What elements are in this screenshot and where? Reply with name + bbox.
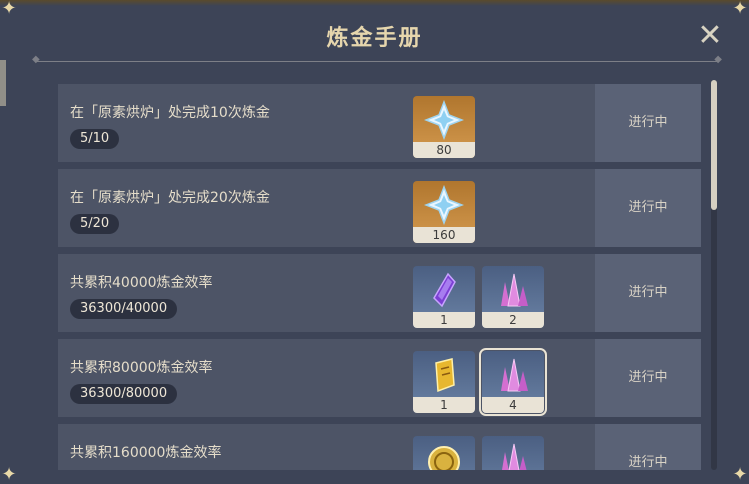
progress-badge: 5/20 — [70, 214, 120, 234]
list-item: 在「原素烘炉」处完成20次炼金 5/20 160 进行中 — [58, 169, 701, 247]
task-description: 在「原素烘炉」处完成20次炼金 — [70, 190, 270, 206]
progress-badge: 36300/40000 — [70, 299, 178, 319]
list-item: 在「原素烘炉」处完成10次炼金 5/10 80 进行中 — [58, 84, 701, 162]
reward-item[interactable] — [413, 436, 475, 470]
status-in-progress-button[interactable]: 进行中 — [595, 254, 701, 332]
reward-item[interactable]: 1 — [413, 266, 475, 328]
corner-star-icon: ✦ — [732, 0, 748, 19]
page-title: 炼金手册 — [326, 26, 423, 51]
reward-item[interactable]: 160 — [413, 181, 475, 243]
reward-item[interactable] — [482, 436, 544, 470]
status-in-progress-button[interactable]: 进行中 — [595, 169, 701, 247]
achievement-list[interactable]: 在「原素烘炉」处完成10次炼金 5/10 80 进行中 在「原素烘炉」处完成20… — [58, 80, 702, 470]
crystal-cluster-icon — [502, 443, 527, 470]
task-description: 共累积40000炼金效率 — [70, 275, 213, 291]
coin-icon — [428, 446, 460, 470]
task-description: 在「原素烘炉」处完成10次炼金 — [70, 105, 270, 121]
side-tab — [0, 60, 6, 106]
list-item: 共累积160000炼金效率 进行中 — [58, 424, 701, 470]
corner-star-icon: ✦ — [1, 464, 17, 484]
gold-book-icon — [435, 358, 455, 393]
status-in-progress-button[interactable]: 进行中 — [595, 339, 701, 417]
alchemy-handbook-window: ✦ ✦ ✦ ✦ 炼金手册 ✕ 在「原素烘炉」处完成10次炼金 5/10 80 进… — [0, 0, 749, 484]
status-in-progress-button[interactable]: 进行中 — [595, 424, 701, 470]
progress-badge: 36300/80000 — [70, 384, 178, 404]
progress-badge: 5/10 — [70, 129, 120, 149]
reward-item[interactable]: 1 — [413, 351, 475, 413]
task-description: 共累积160000炼金效率 — [70, 445, 222, 461]
status-in-progress-button[interactable]: 进行中 — [595, 84, 701, 162]
reward-quantity: 1 — [413, 397, 475, 413]
reward-quantity: 160 — [413, 227, 475, 243]
close-icon[interactable]: ✕ — [696, 21, 724, 51]
primogem-icon — [424, 185, 464, 225]
scrollbar-thumb[interactable] — [711, 80, 717, 210]
reward-quantity: 4 — [482, 397, 544, 413]
purple-gem-icon — [433, 272, 456, 308]
title-divider — [32, 54, 722, 65]
reward-item[interactable]: 2 — [482, 266, 544, 328]
reward-quantity: 1 — [413, 312, 475, 328]
list-item: 共累积40000炼金效率 36300/40000 1 2 进行中 — [58, 254, 701, 332]
crystal-cluster-icon — [501, 273, 528, 307]
primogem-icon — [424, 100, 464, 140]
list-item: 共累积80000炼金效率 36300/80000 1 4 进行中 — [58, 339, 701, 417]
task-description: 共累积80000炼金效率 — [70, 360, 213, 376]
corner-star-icon: ✦ — [732, 464, 748, 484]
scrollbar[interactable] — [711, 80, 717, 470]
crystal-cluster-icon — [501, 358, 528, 392]
reward-item-selected[interactable]: 4 — [479, 348, 547, 416]
reward-quantity: 2 — [482, 312, 544, 328]
corner-star-icon: ✦ — [1, 0, 17, 19]
reward-item[interactable]: 80 — [413, 96, 475, 158]
reward-quantity: 80 — [413, 142, 475, 158]
